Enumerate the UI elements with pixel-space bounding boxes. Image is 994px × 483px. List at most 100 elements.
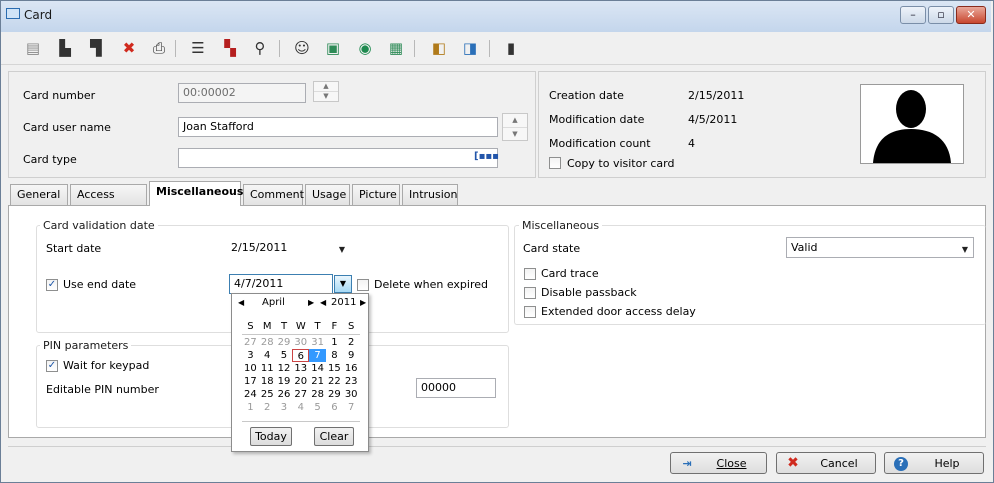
close-button[interactable]: ⇥ Close: [670, 452, 767, 474]
calendar-day[interactable]: 7: [343, 401, 360, 414]
calendar-day[interactable]: 3: [242, 349, 259, 362]
calendar-day[interactable]: 29: [326, 388, 343, 401]
calendar-day[interactable]: 2: [343, 336, 360, 349]
calendar-day[interactable]: 8: [326, 349, 343, 362]
new-icon[interactable]: ▤: [22, 38, 44, 58]
card-user-name-field[interactable]: Joan Stafford: [178, 117, 498, 137]
disable-passback-checkbox[interactable]: [524, 287, 536, 299]
card-user-spinner[interactable]: ▲ ▼: [502, 113, 528, 141]
card-number-field[interactable]: 00:00002: [178, 83, 306, 103]
calendar-day[interactable]: 30: [343, 388, 360, 401]
print-icon[interactable]: ⎙: [148, 38, 170, 58]
end-date-field[interactable]: 4/7/2011: [229, 274, 333, 294]
tab-usage[interactable]: Usage: [305, 184, 350, 205]
export-icon[interactable]: ◧: [428, 38, 450, 58]
calendar-day[interactable]: 27: [242, 336, 259, 349]
card-user-photo[interactable]: [860, 84, 964, 164]
calendar-day[interactable]: 13: [292, 362, 309, 375]
window-title: Card: [24, 8, 53, 22]
calendar-day[interactable]: 9: [343, 349, 360, 362]
calendar-day[interactable]: 12: [276, 362, 293, 375]
card-trace-checkbox[interactable]: [524, 268, 536, 280]
access-icon[interactable]: ◉: [354, 38, 376, 58]
calendar-day[interactable]: 4: [292, 401, 309, 414]
minimize-button[interactable]: –: [900, 6, 926, 24]
calendar-day[interactable]: 22: [326, 375, 343, 388]
calendar-day[interactable]: 14: [309, 362, 326, 375]
calendar-day[interactable]: 2: [259, 401, 276, 414]
calendar-day[interactable]: 30: [292, 336, 309, 349]
browse-icon[interactable]: [▪▪▪: [474, 151, 499, 162]
calendar-day[interactable]: 20: [292, 375, 309, 388]
calendar-day[interactable]: 17: [242, 375, 259, 388]
calendar-day[interactable]: 11: [259, 362, 276, 375]
close-button-label: Close: [716, 456, 747, 470]
card-type-field[interactable]: [178, 148, 498, 168]
tab-picture[interactable]: Picture: [352, 184, 400, 205]
calendar-day-selected[interactable]: 7: [309, 349, 326, 362]
calendar-day[interactable]: 6: [326, 401, 343, 414]
calendar-day[interactable]: 25: [259, 388, 276, 401]
copy-visitor-checkbox[interactable]: [549, 157, 561, 169]
extended-delay-checkbox[interactable]: [524, 306, 536, 318]
delete-icon[interactable]: ✖: [118, 38, 140, 58]
end-date-dropdown-button[interactable]: ▼: [334, 275, 352, 293]
calendar-day[interactable]: 23: [343, 375, 360, 388]
card-number-spinner[interactable]: ▲ ▼: [313, 81, 339, 102]
start-date-picker[interactable]: 2/15/2011 ▼: [226, 237, 352, 258]
calendar-day[interactable]: 31: [309, 336, 326, 349]
close-window-button[interactable]: ✕: [956, 6, 986, 24]
card-state-select[interactable]: Valid ▼: [786, 237, 974, 258]
filter-icon[interactable]: ▚: [219, 38, 241, 58]
search-icon[interactable]: ⚲: [249, 38, 271, 58]
tab-general[interactable]: General: [10, 184, 68, 205]
calendar-day[interactable]: 1: [242, 401, 259, 414]
import-icon[interactable]: ◨: [459, 38, 481, 58]
calendar-day[interactable]: 27: [292, 388, 309, 401]
tab-miscellaneous[interactable]: Miscellaneous: [149, 181, 243, 206]
calendar-day-today[interactable]: 6: [292, 349, 310, 362]
pin-number-field[interactable]: 00000: [416, 378, 496, 398]
calendar-day[interactable]: 5: [309, 401, 326, 414]
calendar-day[interactable]: 18: [259, 375, 276, 388]
save-close-icon[interactable]: ▜: [85, 38, 107, 58]
calendar-month[interactable]: April: [262, 297, 285, 308]
calendar-day[interactable]: 3: [276, 401, 293, 414]
use-end-date-checkbox[interactable]: ✓: [46, 279, 58, 291]
calendar-today-button[interactable]: Today: [250, 427, 292, 446]
save-icon[interactable]: ▙: [54, 38, 76, 58]
calendar-day[interactable]: 4: [259, 349, 276, 362]
calendar-day[interactable]: 24: [242, 388, 259, 401]
calendar-day[interactable]: 15: [326, 362, 343, 375]
next-month-icon[interactable]: ▶: [308, 298, 314, 307]
next-year-icon[interactable]: ▶: [360, 298, 366, 307]
badge-icon[interactable]: ▦: [385, 38, 407, 58]
calendar-day[interactable]: 10: [242, 362, 259, 375]
users-icon[interactable]: ☺: [291, 38, 313, 58]
calendar-day[interactable]: 29: [276, 336, 293, 349]
tab-comment[interactable]: Comment: [243, 184, 304, 205]
calendar-day[interactable]: 1: [326, 336, 343, 349]
calendar-day[interactable]: 16: [343, 362, 360, 375]
list-icon[interactable]: ☰: [187, 38, 209, 58]
maximize-button[interactable]: ▫: [928, 6, 954, 24]
tab-intrusion[interactable]: Intrusion: [402, 184, 458, 205]
calendar-day[interactable]: 5: [276, 349, 293, 362]
calendar-clear-button[interactable]: Clear: [314, 427, 354, 446]
prev-month-icon[interactable]: ◀: [238, 298, 244, 307]
prev-year-icon[interactable]: ◀: [320, 298, 326, 307]
tab-access-level[interactable]: Access level: [70, 184, 147, 221]
calendar-day[interactable]: 28: [259, 336, 276, 349]
calendar-day[interactable]: 28: [309, 388, 326, 401]
card-icon[interactable]: ▣: [322, 38, 344, 58]
calendar-year[interactable]: 2011: [331, 297, 356, 308]
help-button[interactable]: ? Help: [884, 452, 984, 474]
calendar-day[interactable]: 19: [276, 375, 293, 388]
calendar-day[interactable]: 26: [276, 388, 293, 401]
calendar-day[interactable]: 21: [309, 375, 326, 388]
wait-keypad-checkbox[interactable]: ✓: [46, 360, 58, 372]
exit-icon[interactable]: ▮: [500, 38, 522, 58]
cancel-button[interactable]: ✖ Cancel: [776, 452, 876, 474]
card-trace-label: Card trace: [541, 267, 599, 280]
delete-expired-checkbox[interactable]: [357, 279, 369, 291]
